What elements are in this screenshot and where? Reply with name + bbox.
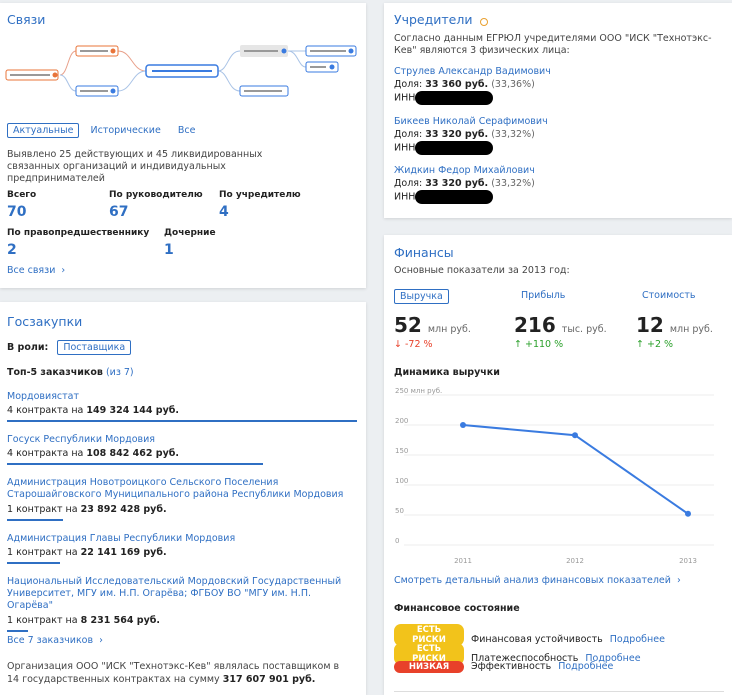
customer-share-bar [7, 519, 63, 521]
all-connections-link[interactable]: Все связи › [7, 265, 65, 276]
redaction-mark [414, 190, 493, 204]
goszakupki-footer: Организация ООО "ИСК "Технотэкс-Кев" явл… [7, 661, 340, 685]
role-supplier-button[interactable]: Поставщика [57, 340, 132, 355]
data-point[interactable] [685, 510, 691, 517]
redaction-mark [414, 141, 493, 155]
founders-card: Учредители Согласно данным ЕГРЮЛ учредит… [384, 3, 732, 218]
stat-by-director[interactable]: По руководителю 67 [109, 190, 203, 220]
history-icon[interactable] [479, 17, 488, 26]
chevron-right-icon: › [99, 635, 103, 646]
tab-historical[interactable]: Исторические [90, 125, 160, 136]
customer-item: Госуск Республики Мордовия 4 контракта н… [7, 434, 357, 477]
stat-total[interactable]: Всего 70 [7, 190, 36, 220]
founder-item: Жидкин Федор Михайлович Доля: 33 320 руб… [394, 165, 535, 204]
founder-item: Струлев Александр Вадимович Доля: 33 360… [394, 66, 551, 105]
goszakupki-card: Госзакупки В роли: Поставщика Топ-5 зака… [0, 302, 366, 695]
tab-revenue[interactable]: Выручка [394, 289, 449, 304]
customer-list: Мордовиястат 4 контракта на 149 324 144 … [7, 391, 357, 632]
founder-item: Бикеев Николай Серафимович Доля: 33 320 … [394, 116, 548, 155]
customer-share-bar [7, 562, 60, 564]
founders-intro: Согласно данным ЕГРЮЛ учредителями ООО "… [394, 33, 712, 56]
svyazi-title: Связи [7, 12, 46, 27]
customer-share-bar [7, 630, 28, 632]
customer-share-bar [7, 463, 263, 465]
svyazi-card: Связи Актуальные Исторические Все Выявле… [0, 3, 366, 288]
chevron-right-icon: › [676, 575, 681, 586]
top-customers-heading: Топ-5 заказчиков (из 7) [7, 367, 134, 378]
tab-value[interactable]: Стоимость [642, 290, 696, 301]
y-tick-label: 100 [395, 477, 408, 485]
goszakupki-title: Госзакупки [7, 314, 83, 329]
divider [394, 691, 724, 692]
finance-tabs: Выручка Прибыль Стоимость [394, 289, 724, 304]
founders-header: Учредители [394, 12, 488, 27]
stat-by-predecessor[interactable]: По правопредшественнику 2 [7, 228, 149, 258]
customer-item: Администрация Новотроицкого Сельского По… [7, 477, 357, 533]
tab-actual[interactable]: Актуальные [7, 123, 80, 138]
finance-analysis-link[interactable]: Смотреть детальный анализ финансовых пок… [394, 575, 681, 586]
tab-all[interactable]: Все [178, 125, 196, 136]
chart-heading: Динамика выручки [394, 367, 500, 378]
x-tick-label: 2013 [679, 557, 697, 565]
connections-graph[interactable] [0, 39, 366, 109]
y-tick-label: 200 [395, 417, 408, 425]
role-row: В роли: Поставщика [7, 340, 132, 355]
finance-card: Финансы Основные показатели за 2013 год:… [384, 235, 732, 695]
y-tick-label: 150 [395, 447, 408, 455]
data-point[interactable] [460, 422, 466, 428]
finance-subtitle: Основные показатели за 2013 год: [394, 265, 570, 276]
stat-subsidiaries[interactable]: Дочерние 1 [164, 228, 216, 258]
y-tick-label: 50 [395, 507, 404, 515]
stat-by-founder[interactable]: По учредителю 4 [219, 190, 301, 220]
customer-share-bar [7, 420, 357, 422]
svyazi-description: Выявлено 25 действующих и 45 ликвидирова… [7, 149, 263, 184]
customer-item: Мордовиястат 4 контракта на 149 324 144 … [7, 391, 357, 434]
revenue-chart[interactable]: 250 млн руб. 200 150 100 50 0 2011 2012 2013 [384, 385, 724, 575]
revenue-line [462, 424, 689, 515]
y-tick-label: 250 млн руб. [395, 387, 442, 395]
svyazi-tabs: Актуальные Исторические Все [7, 123, 195, 138]
metric-profit: 216 тыс. руб. ↑ +110 % [514, 313, 607, 350]
redaction-mark [414, 91, 493, 105]
y-tick-label: 0 [395, 537, 399, 545]
metric-revenue: 52 млн руб. ↓ -72 % [394, 313, 471, 350]
tab-profit[interactable]: Прибыль [521, 290, 565, 301]
finance-title: Финансы [394, 245, 454, 260]
customer-item: Национальный Исследовательский Мордовски… [7, 576, 357, 632]
metric-value: 12 млн руб. ↑ +2 % [636, 313, 713, 350]
data-point[interactable] [572, 432, 578, 439]
x-tick-label: 2011 [454, 557, 472, 565]
risk-badge: НИЗКАЯ [394, 661, 464, 673]
all-customers-link[interactable]: Все 7 заказчиков › [7, 635, 103, 646]
chevron-right-icon: › [61, 265, 66, 276]
customer-item: Администрация Главы Республики Мордовия … [7, 533, 357, 576]
x-tick-label: 2012 [566, 557, 584, 565]
finance-state-heading: Финансовое состояние [394, 603, 520, 614]
finance-state-row: НИЗКАЯ Эффективность Подробнее [394, 661, 613, 673]
